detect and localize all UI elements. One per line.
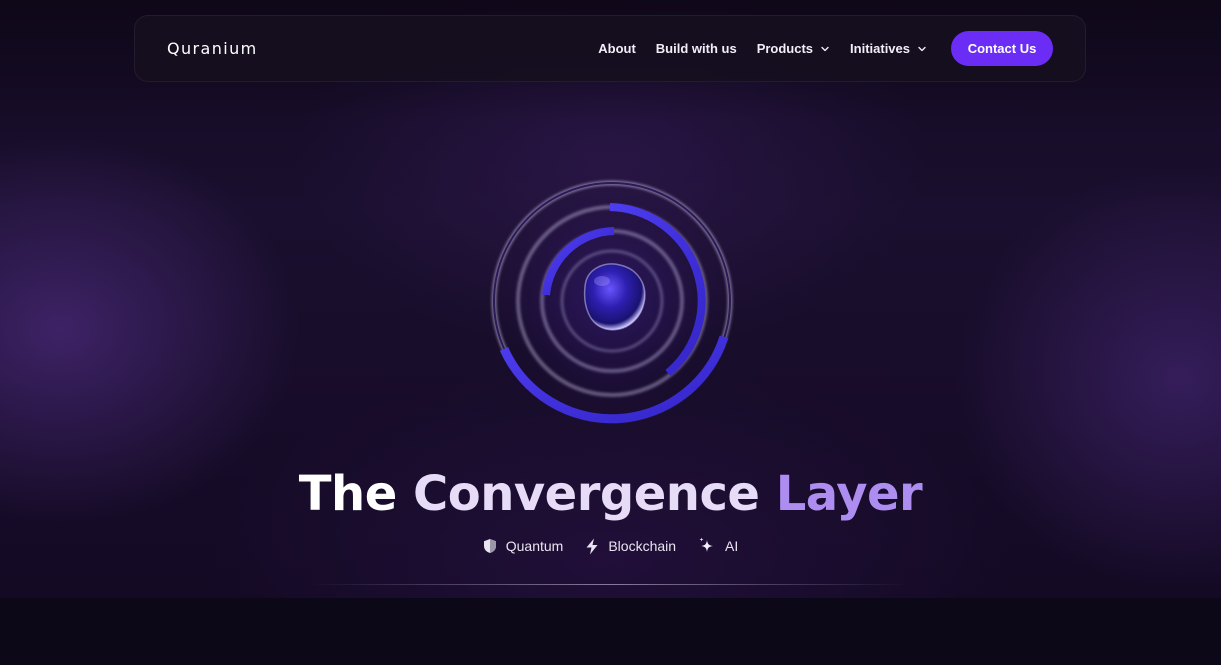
logo[interactable]: Quranium xyxy=(167,39,258,58)
nav-link-initiatives[interactable]: Initiatives xyxy=(850,41,927,56)
tag-label: Blockchain xyxy=(608,538,677,554)
nav-link-products[interactable]: Products xyxy=(757,41,830,56)
headline-word-the: The xyxy=(298,466,397,522)
concentric-rings-graphic xyxy=(488,177,736,425)
hero-tags: Quantum Blockchain AI xyxy=(0,537,1221,555)
nav-link-label: Products xyxy=(756,41,814,56)
nav-link-label: Initiatives xyxy=(850,41,910,56)
headline-word-convergence: Convergence xyxy=(412,466,760,522)
nav-link-about[interactable]: About xyxy=(598,41,636,56)
chevron-down-icon xyxy=(821,46,829,51)
nav-links: About Build with us Products Initiatives… xyxy=(598,31,1053,66)
lightning-icon xyxy=(586,538,598,554)
sparkle-icon xyxy=(699,537,714,552)
tag-blockchain: Blockchain xyxy=(585,538,676,555)
tag-label: AI xyxy=(725,538,739,554)
chevron-down-icon xyxy=(918,46,926,51)
tag-label: Quantum xyxy=(505,538,564,554)
lower-section xyxy=(0,598,1221,665)
contact-us-button[interactable]: Contact Us xyxy=(951,31,1053,66)
nav-link-build-with-us[interactable]: Build with us xyxy=(656,41,737,56)
shield-icon xyxy=(483,539,496,553)
nav-link-label: About xyxy=(598,41,636,56)
nav-link-label: Build with us xyxy=(655,41,737,56)
tag-ai: AI xyxy=(698,537,738,555)
hero-headline: The Convergence Layer xyxy=(0,462,1221,526)
tag-quantum: Quantum xyxy=(483,538,564,554)
headline-word-layer: Layer xyxy=(775,466,923,522)
page: Quranium About Build with us Products In… xyxy=(0,0,1221,665)
hero-divider xyxy=(310,584,910,585)
navbar: Quranium About Build with us Products In… xyxy=(134,15,1086,82)
